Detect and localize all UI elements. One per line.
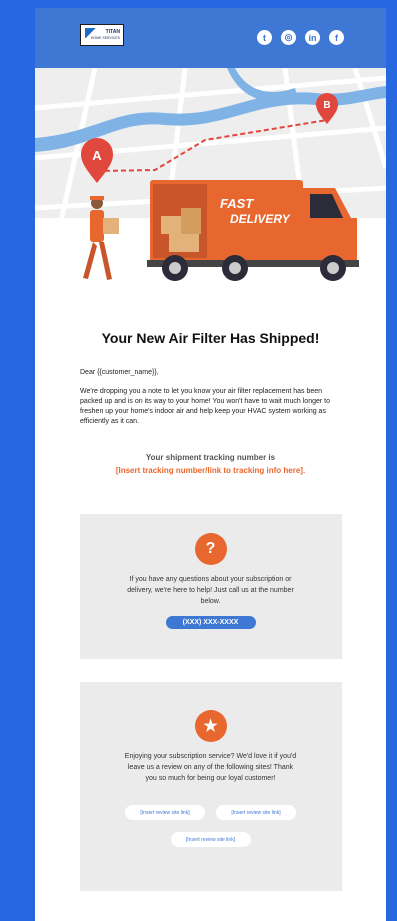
review-link-button-3[interactable]: [Insert review site link]: [170, 832, 251, 847]
tracking-link[interactable]: [Insert tracking number/link to tracking…: [35, 464, 386, 477]
greeting-text: Dear {{customer_name}},: [80, 369, 159, 376]
tracking-section: Your shipment tracking number is [Insert…: [35, 451, 386, 477]
help-text: If you have any questions about your sub…: [127, 576, 294, 605]
email-container: TITAN HOME SERVICES t ◎ in f A B FAST DE…: [35, 8, 386, 921]
hero-illustration: A B FAST DELIVERY: [35, 68, 386, 298]
star-icon: ★: [194, 710, 227, 742]
question-icon: ?: [194, 533, 227, 565]
marker-b-label: B: [323, 100, 330, 111]
email-header: TITAN HOME SERVICES t ◎ in f: [35, 8, 386, 68]
social-links: t ◎ in f: [257, 30, 344, 45]
review-text: Enjoying your subscription service? We'd…: [124, 753, 297, 782]
email-title: Your New Air Filter Has Shipped!: [101, 330, 320, 346]
twitter-icon[interactable]: t: [257, 30, 272, 45]
marker-a-label: A: [92, 148, 102, 163]
facebook-icon[interactable]: f: [329, 30, 344, 45]
body-paragraph: We're dropping you a note to let you kno…: [80, 388, 330, 425]
truck-text-delivery: DELIVERY: [230, 212, 291, 226]
review-link-button-1[interactable]: [Insert review site link]: [125, 805, 205, 820]
instagram-icon[interactable]: ◎: [281, 30, 296, 45]
delivery-truck-icon: FAST DELIVERY: [147, 180, 359, 281]
company-logo[interactable]: TITAN HOME SERVICES: [80, 24, 124, 46]
linkedin-icon[interactable]: in: [305, 30, 320, 45]
review-card: ★ Enjoying your subscription service? We…: [79, 682, 342, 891]
review-link-button-2[interactable]: [Insert review site link]: [216, 805, 296, 820]
tracking-label: Your shipment tracking number is: [145, 453, 276, 462]
truck-text-fast: FAST: [220, 196, 254, 211]
help-card: ? If you have any questions about your s…: [79, 514, 342, 659]
logo-mark-icon: [85, 28, 97, 38]
phone-number-button[interactable]: (XXX) XXX-XXXX: [165, 616, 256, 629]
delivery-illustration: A B FAST DELIVERY: [35, 68, 386, 298]
